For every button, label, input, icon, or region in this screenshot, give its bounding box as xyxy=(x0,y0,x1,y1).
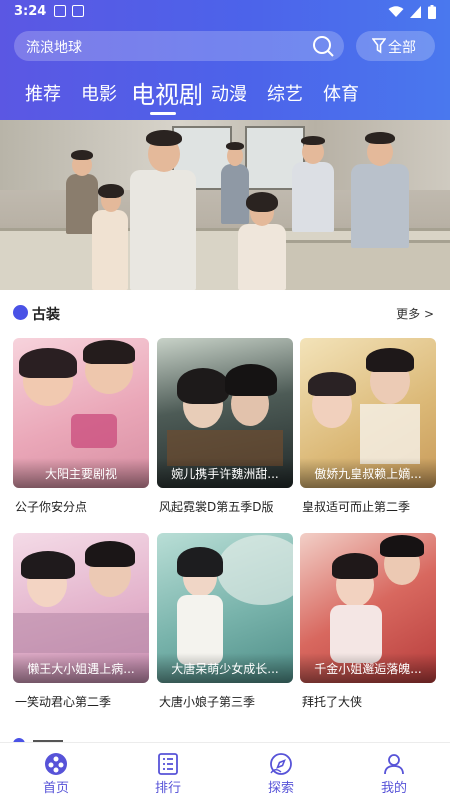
poster-image[interactable]: 大唐呆萌少女成长... xyxy=(157,533,293,683)
status-bar: 3:24 xyxy=(0,0,450,24)
nav-profile[interactable]: 我的 xyxy=(338,743,450,800)
drama-title[interactable]: 拜托了大侠 xyxy=(302,693,362,710)
poster-caption: 大阳主要剧视 xyxy=(44,467,117,481)
drama-title[interactable]: 一笑动君心第二季 xyxy=(15,693,111,710)
filter-button[interactable]: 全部 xyxy=(356,31,435,61)
nav-explore[interactable]: 探索 xyxy=(225,743,337,800)
signal-icon xyxy=(410,6,421,18)
poster-image[interactable]: 懒王大小姐遇上病... xyxy=(13,533,149,683)
app-header: 3:24 流浪地球 全部 推荐 电影 电视剧 动漫 综艺 体育 xyxy=(0,0,450,120)
gallery-notification-icon xyxy=(54,5,66,17)
home-film-icon[interactable] xyxy=(44,752,68,776)
drama-title[interactable]: 公子你安分点 xyxy=(15,498,87,515)
tab-sports[interactable]: 体育 xyxy=(323,80,359,106)
nav-label[interactable]: 我的 xyxy=(338,777,450,796)
poster-image[interactable]: 千金小姐邂逅落魄... xyxy=(300,533,436,683)
nav-label[interactable]: 首页 xyxy=(0,777,112,796)
poster-image[interactable]: 大阳主要剧视 xyxy=(13,338,149,488)
poster-caption: 傲娇九皇叔赖上嫡... xyxy=(314,467,422,481)
nav-label[interactable]: 探索 xyxy=(225,777,337,796)
nav-home[interactable]: 首页 xyxy=(0,743,112,800)
banner-person xyxy=(124,126,204,290)
text-notification-icon xyxy=(72,5,84,17)
banner-person xyxy=(232,190,292,290)
status-time: 3:24 xyxy=(14,4,47,19)
banner-person xyxy=(345,128,415,248)
nav-label[interactable]: 排行 xyxy=(112,777,224,796)
poster-caption: 大唐呆萌少女成长... xyxy=(171,662,279,676)
active-tab-indicator xyxy=(150,112,176,115)
bottom-navigation: 首页 排行 探索 我的 xyxy=(0,742,450,800)
profile-icon[interactable] xyxy=(382,752,406,776)
explore-compass-icon[interactable] xyxy=(269,752,293,776)
poster-image[interactable]: 婉儿携手许魏洲甜... xyxy=(157,338,293,488)
section-header-costume: 古装 更多 > xyxy=(0,300,450,326)
tab-variety[interactable]: 综艺 xyxy=(267,80,303,106)
nav-ranking[interactable]: 排行 xyxy=(112,743,224,800)
filter-label: 全部 xyxy=(388,40,416,56)
banner-person xyxy=(288,134,338,234)
drama-title[interactable]: 皇叔适可而止第二季 xyxy=(302,498,410,515)
poster-caption: 千金小姐邂逅落魄... xyxy=(314,662,422,676)
tab-movie[interactable]: 电影 xyxy=(81,80,117,106)
section-accent-dot xyxy=(13,305,28,320)
tab-recommend[interactable]: 推荐 xyxy=(25,80,61,106)
battery-icon xyxy=(428,5,436,19)
more-link[interactable]: 更多 > xyxy=(396,305,434,322)
notification-icons xyxy=(54,5,84,17)
poster-caption: 懒王大小姐遇上病... xyxy=(27,662,135,676)
category-tabs: 推荐 电影 电视剧 动漫 综艺 体育 xyxy=(0,70,450,116)
section-title: 古装 xyxy=(32,307,60,323)
featured-banner[interactable] xyxy=(0,120,450,290)
drama-title[interactable]: 风起霓裳D第五季D版 xyxy=(159,498,273,515)
tab-tv-series[interactable]: 电视剧 xyxy=(131,75,203,110)
search-icon[interactable] xyxy=(312,35,334,57)
drama-title[interactable]: 大唐小娘子第三季 xyxy=(159,693,255,710)
system-icons xyxy=(388,5,436,19)
wifi-icon xyxy=(388,6,404,17)
poster-caption: 婉儿携手许魏洲甜... xyxy=(171,467,279,481)
tab-anime[interactable]: 动漫 xyxy=(211,80,247,106)
filter-funnel-icon xyxy=(372,38,386,54)
search-bar[interactable]: 流浪地球 xyxy=(14,31,344,61)
ranking-list-icon[interactable] xyxy=(156,752,180,776)
poster-image[interactable]: 傲娇九皇叔赖上嫡... xyxy=(300,338,436,488)
search-input[interactable]: 流浪地球 xyxy=(26,37,82,57)
